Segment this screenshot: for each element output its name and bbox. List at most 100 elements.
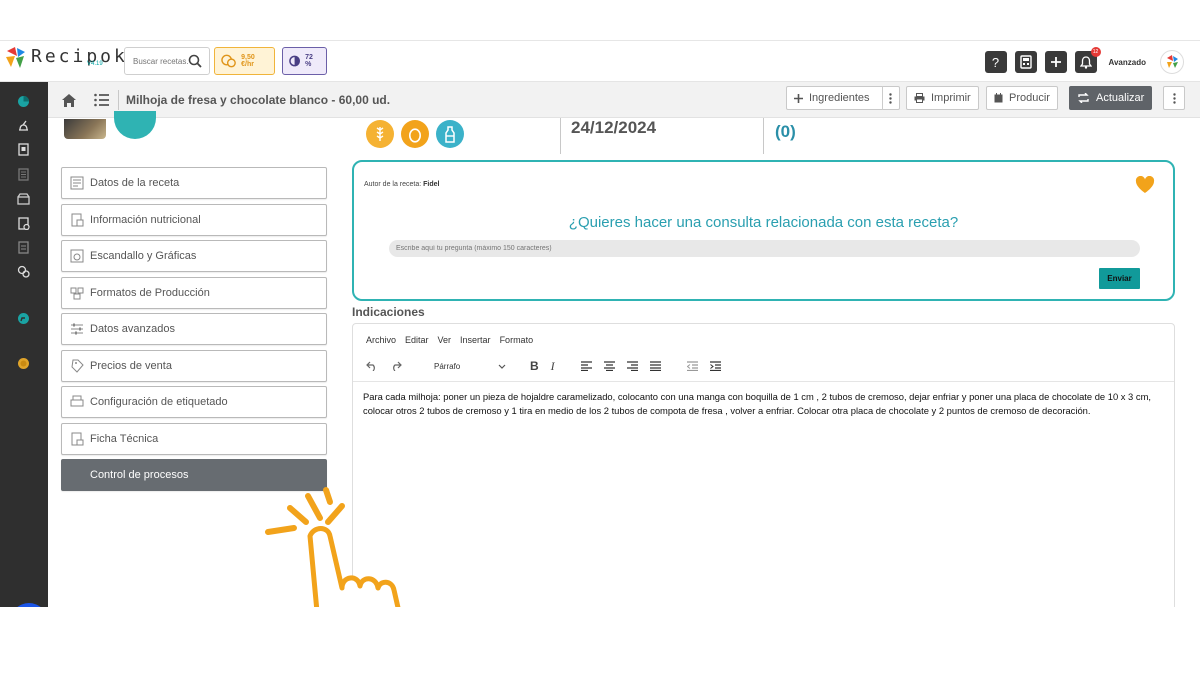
producir-button[interactable]: Producir — [986, 86, 1058, 110]
suppliers-icon[interactable] — [17, 192, 30, 205]
menu-item-config-etiquetado[interactable]: Configuración de etiquetado — [61, 386, 327, 418]
plan-level: Avanzado — [1108, 57, 1147, 67]
page: Recipok V4.19 9,50 €/hr 72 % ? 12 — [0, 0, 1200, 675]
top-right-actions: ? 12 Avanzado — [984, 47, 1184, 74]
logo-text: Recipok — [31, 46, 128, 67]
left-sidebar — [0, 82, 48, 607]
pointing-hand-icon — [265, 487, 401, 607]
question-input[interactable] — [389, 240, 1140, 257]
menu-item-label: Formatos de Producción — [90, 286, 210, 299]
recipe-card-icon — [70, 176, 84, 190]
add-button[interactable] — [1044, 51, 1067, 73]
paragraph-format-select[interactable]: Párrafo — [430, 358, 510, 374]
menu-formato[interactable]: Formato — [500, 335, 534, 345]
menu-item-info-nutricional[interactable]: Información nutricional — [61, 203, 327, 236]
menu-item-label: Configuración de etiquetado — [90, 396, 228, 408]
percent-badge[interactable]: 72 % — [282, 47, 327, 75]
page-title: Milhoja de fresa y chocolate blanco - 60… — [126, 93, 391, 107]
logo[interactable]: Recipok — [5, 47, 128, 69]
settings-icon[interactable] — [17, 265, 30, 278]
dashboard-icon[interactable] — [17, 95, 30, 108]
recipe-thumbnail[interactable] — [64, 119, 106, 139]
menu-item-ficha-tecnica[interactable]: Ficha Técnica — [61, 422, 327, 455]
align-center-icon[interactable] — [603, 361, 615, 371]
menu-item-label: Datos avanzados — [90, 323, 175, 335]
menu-item-datos-receta[interactable]: Datos de la receta — [61, 167, 327, 199]
redo-icon[interactable] — [390, 361, 402, 371]
menu-ver[interactable]: Ver — [438, 335, 452, 345]
pie-chart-icon — [289, 55, 300, 67]
avatar[interactable] — [1160, 50, 1184, 74]
align-left-icon[interactable] — [580, 361, 592, 371]
documents-icon[interactable] — [17, 168, 30, 181]
consult-panel: Autor de la receta: Fidel ¿Quieres hacer… — [352, 160, 1175, 301]
coin-icon[interactable] — [17, 357, 30, 370]
send-button[interactable]: Enviar — [1099, 268, 1140, 289]
menu-item-datos-avanzados[interactable]: Datos avanzados — [61, 313, 327, 345]
support-chat-icon[interactable] — [17, 312, 30, 325]
menu-insertar[interactable]: Insertar — [460, 335, 491, 345]
avatar-logo-icon — [1167, 55, 1178, 68]
orders-icon[interactable] — [17, 217, 30, 230]
recipe-count: (0) — [775, 122, 796, 141]
menu-item-label: Precios de venta — [90, 359, 172, 372]
cost-per-hour-badge[interactable]: 9,50 €/hr — [214, 47, 275, 75]
recipes-icon[interactable] — [17, 119, 30, 132]
bold-icon[interactable]: B — [530, 359, 539, 373]
add-photo-button[interactable] — [114, 111, 156, 139]
chevron-down-icon — [498, 364, 506, 369]
percent-value: 72 % — [305, 54, 313, 68]
label-printer-icon — [70, 395, 84, 407]
undo-icon[interactable] — [366, 361, 378, 371]
search-input[interactable] — [133, 56, 189, 66]
help-icon: ? — [991, 54, 1000, 70]
list-icon[interactable] — [94, 93, 109, 107]
printer-icon — [914, 93, 925, 103]
align-justify-icon[interactable] — [649, 361, 661, 371]
app-version: V4.19 — [87, 61, 103, 67]
calculator-button[interactable] — [1014, 51, 1037, 73]
indent-icon[interactable] — [709, 361, 721, 371]
reports-icon[interactable] — [17, 241, 30, 254]
align-right-icon[interactable] — [626, 361, 638, 371]
imprimir-button[interactable]: Imprimir — [906, 86, 979, 110]
notifications-button[interactable]: 12 — [1074, 47, 1101, 73]
tech-sheet-icon — [71, 432, 84, 445]
summary-divider — [763, 118, 764, 154]
indications-label: Indicaciones — [352, 305, 425, 319]
author-prefix: Autor de la receta: — [364, 181, 422, 188]
recipe-menu: Datos de la receta Información nutricion… — [61, 167, 327, 496]
breadcrumb-divider — [118, 90, 119, 110]
home-icon[interactable] — [61, 92, 77, 108]
outdent-icon[interactable] — [686, 361, 698, 371]
menu-editar[interactable]: Editar — [405, 335, 429, 345]
search-box[interactable] — [124, 47, 210, 75]
menu-item-label: Información nutricional — [90, 213, 201, 226]
search-icon[interactable] — [188, 54, 202, 68]
editor-content[interactable]: Para cada milhoja: poner un pieza de hoj… — [363, 390, 1163, 418]
recipe-date: 24/12/2024 — [571, 118, 657, 137]
author-name: Fidel — [423, 181, 440, 188]
producir-label: Producir — [1009, 92, 1050, 104]
italic-icon[interactable]: I — [551, 359, 555, 374]
heart-icon[interactable] — [1135, 176, 1155, 194]
gluten-icon — [366, 120, 394, 148]
ingredientes-button[interactable]: Ingredientes — [786, 86, 900, 110]
help-button[interactable]: ? — [984, 51, 1007, 73]
plus-icon — [794, 93, 803, 103]
recipe-author: Autor de la receta: Fidel — [364, 181, 440, 188]
logo-mark-icon — [6, 47, 25, 68]
coins-icon — [221, 54, 236, 68]
more-options-button[interactable] — [1163, 86, 1185, 110]
egg-icon — [401, 120, 429, 148]
menu-item-precios-venta[interactable]: Precios de venta — [61, 349, 327, 382]
ingredients-icon[interactable] — [17, 143, 30, 156]
rich-text-editor[interactable]: Archivo Editar Ver Insertar Formato Párr… — [352, 323, 1175, 607]
chat-button[interactable] — [10, 603, 48, 607]
menu-archivo[interactable]: Archivo — [366, 335, 396, 345]
menu-item-formatos-produccion[interactable]: Formatos de Producción — [61, 276, 327, 309]
menu-item-escandallo[interactable]: Escandallo y Gráficas — [61, 240, 327, 272]
more-vertical-icon[interactable] — [888, 92, 892, 104]
actualizar-button[interactable]: Actualizar — [1069, 86, 1153, 110]
paragraph-format-value: Párrafo — [434, 361, 461, 371]
